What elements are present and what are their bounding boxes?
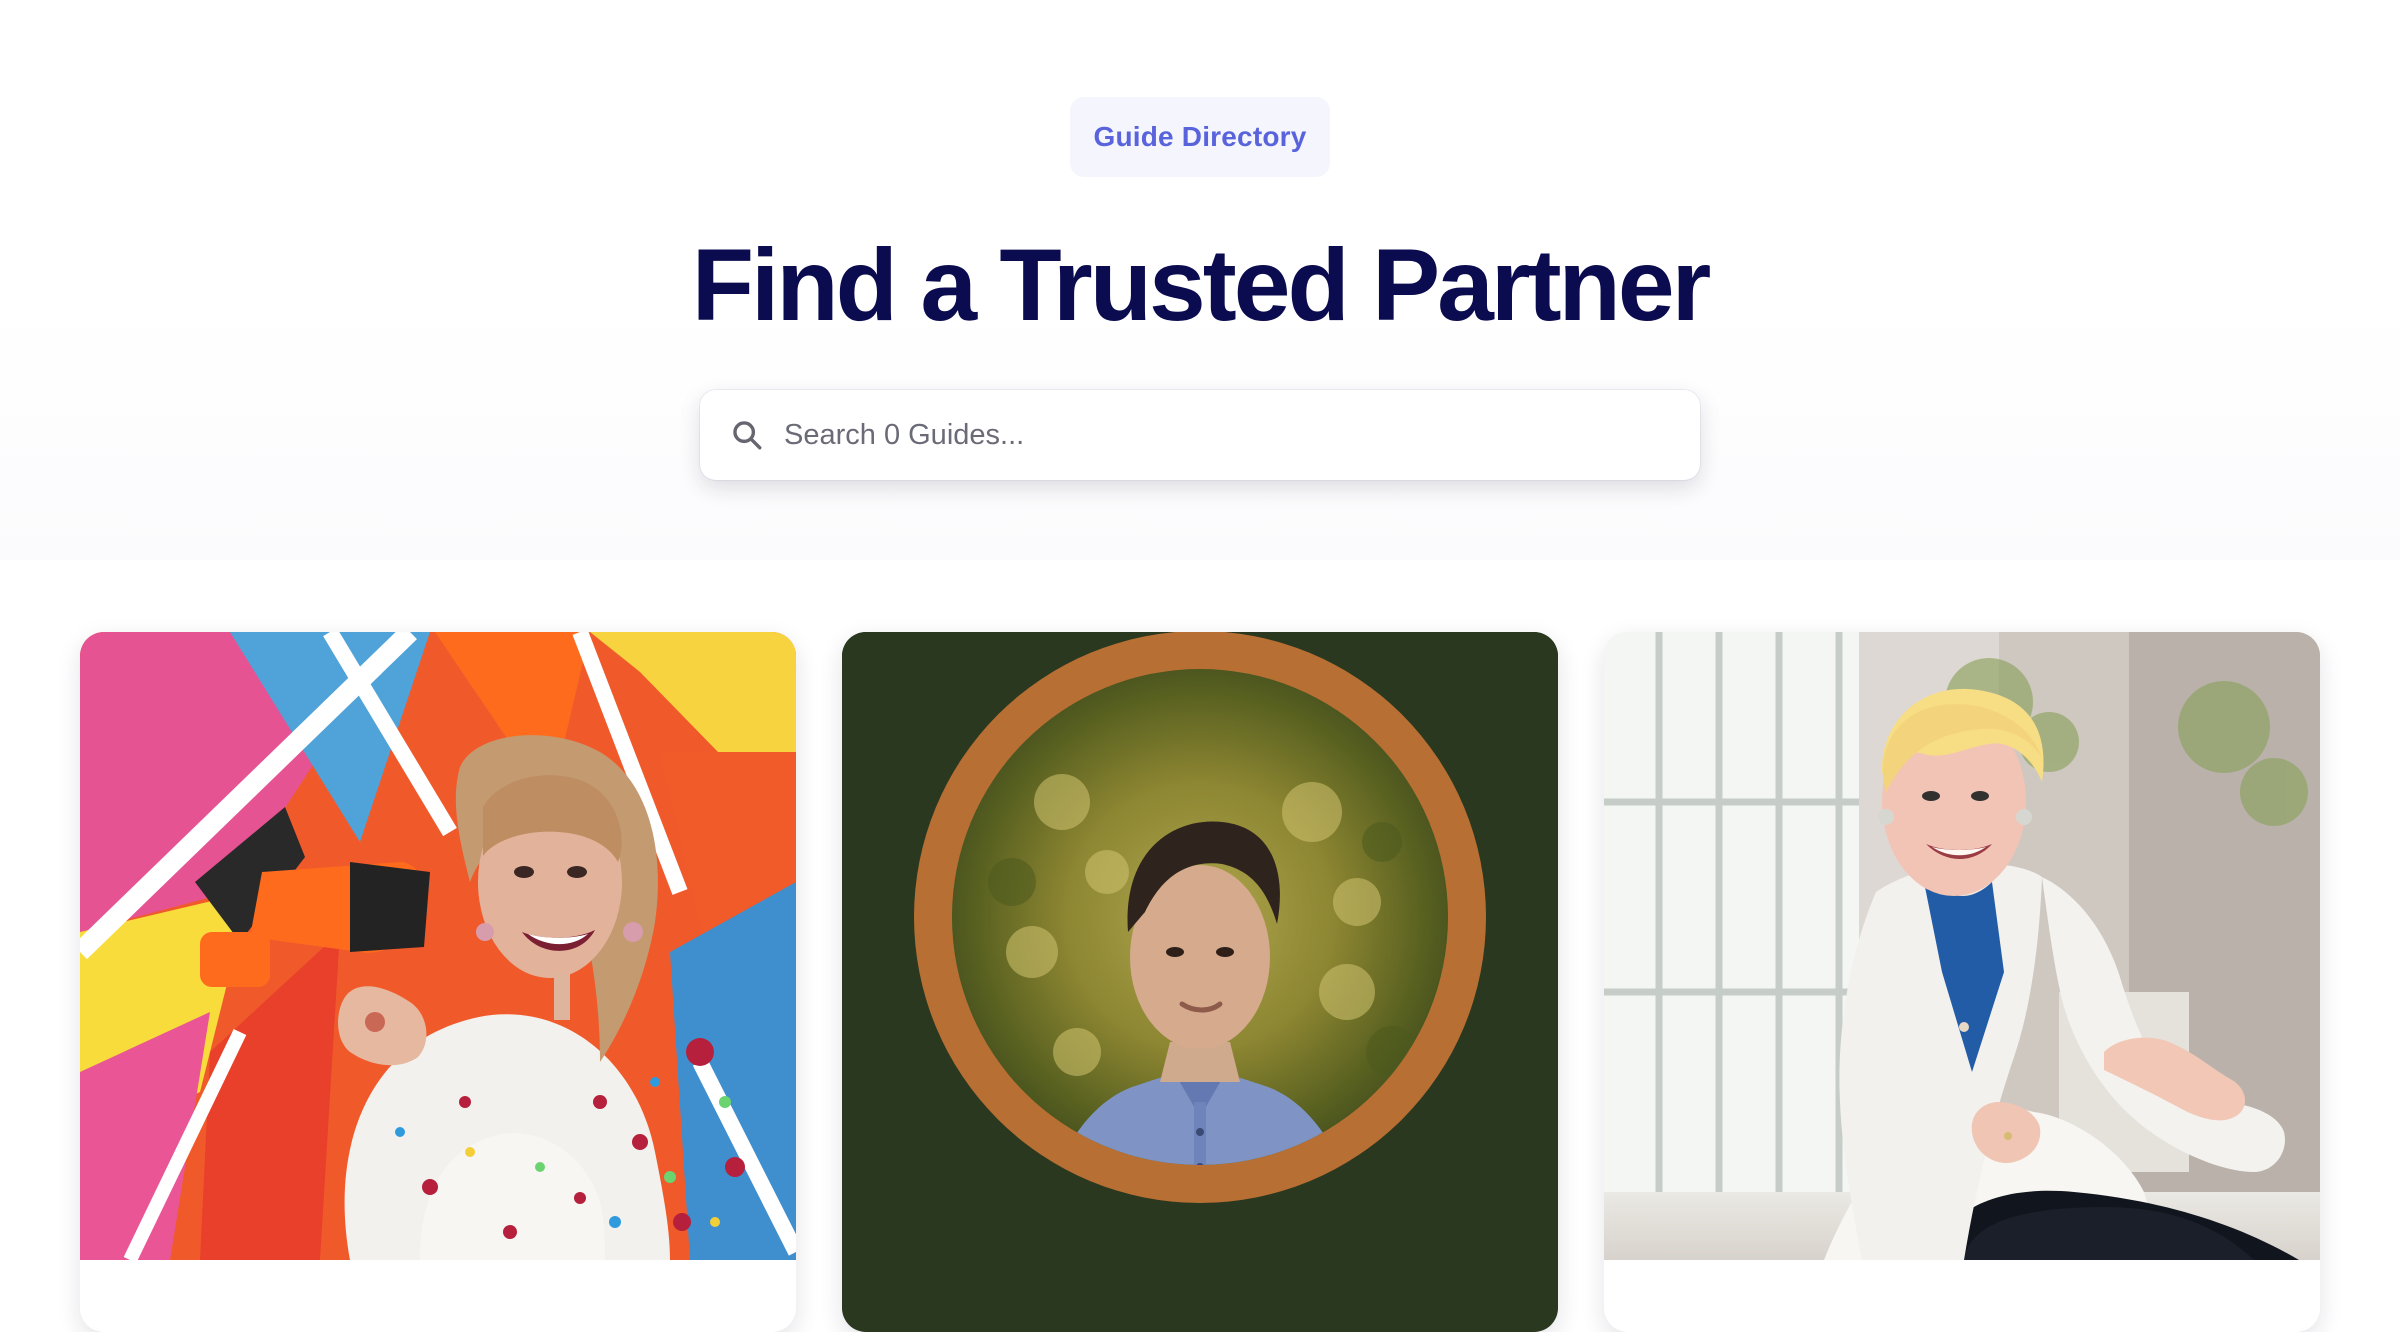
guide-card-1[interactable]: [80, 632, 796, 1332]
hero-section: Guide Directory Find a Trusted Partner: [0, 0, 2400, 560]
search-input[interactable]: [784, 405, 1684, 465]
guide-photo-white-blazer: [1604, 632, 2320, 1260]
guide-photo-circle-portrait: [842, 632, 1558, 1260]
guide-photo-megaphone: [80, 632, 796, 1260]
search-icon: [733, 421, 762, 450]
guide-card-2[interactable]: [842, 632, 1558, 1332]
page-title: Find a Trusted Partner: [691, 228, 1712, 342]
guide-directory-badge: Guide Directory: [1070, 97, 1330, 177]
guide-card-3[interactable]: [1604, 632, 2320, 1332]
search-bar[interactable]: [700, 390, 1700, 480]
